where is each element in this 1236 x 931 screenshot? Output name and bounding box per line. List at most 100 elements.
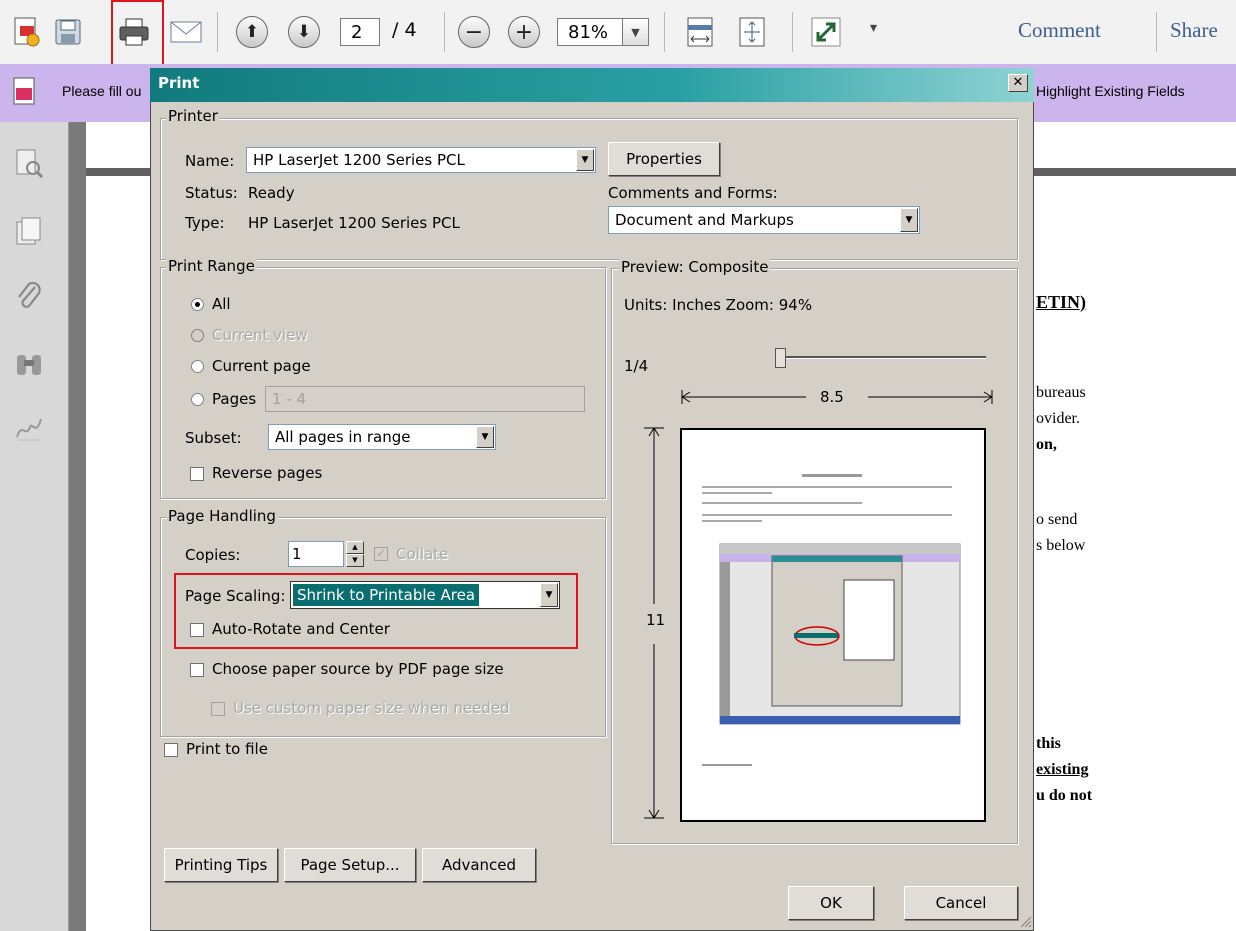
paper-source-label: Choose paper source by PDF page size	[212, 660, 504, 678]
range-current-page-label: Current page	[212, 357, 311, 375]
save-icon[interactable]	[50, 14, 86, 50]
subset-select[interactable]: All pages in range ▼	[268, 424, 496, 450]
doc-text-line: u do not	[1036, 787, 1093, 804]
page-setup-button[interactable]: Page Setup...	[284, 848, 416, 882]
resize-grip-icon[interactable]	[1018, 914, 1032, 928]
printer-name-label: Name:	[185, 152, 235, 170]
stepper-down-icon[interactable]: ▼	[346, 554, 364, 567]
subset-value: All pages in range	[275, 428, 411, 446]
email-icon[interactable]	[168, 14, 204, 50]
fit-page-icon[interactable]	[734, 14, 770, 50]
comments-forms-label: Comments and Forms:	[608, 184, 778, 202]
print-range-legend: Print Range	[166, 257, 257, 275]
previous-page-icon[interactable]: ⬆	[234, 14, 270, 50]
create-pdf-icon[interactable]	[8, 14, 44, 50]
range-current-view-label: Current view	[212, 326, 308, 344]
preview-units-zoom: Units: Inches Zoom: 94%	[624, 296, 813, 314]
page-total: / 4	[392, 19, 417, 41]
comments-forms-select[interactable]: Document and Markups ▼	[608, 206, 920, 234]
doc-text-line: existing	[1036, 761, 1089, 778]
printer-name-value: HP LaserJet 1200 Series PCL	[253, 151, 465, 169]
printer-legend: Printer	[166, 107, 220, 125]
copies-input[interactable]: 1	[288, 541, 344, 567]
page-scaling-highlight	[174, 573, 578, 649]
reverse-pages-label: Reverse pages	[212, 464, 323, 482]
comments-forms-value: Document and Markups	[615, 211, 794, 229]
paper-source-checkbox[interactable]	[190, 663, 204, 677]
page-number-input[interactable]: 2	[340, 18, 380, 46]
stepper-up-icon[interactable]: ▲	[346, 541, 364, 554]
advanced-button[interactable]: Advanced	[422, 848, 536, 882]
doc-text-line: bureaus	[1036, 384, 1086, 401]
toolbar-overflow-icon[interactable]: ▾	[870, 20, 877, 36]
full-screen-icon[interactable]	[808, 14, 844, 50]
chevron-down-icon[interactable]: ▼	[476, 426, 494, 448]
signatures-icon[interactable]	[12, 412, 46, 446]
range-pages-radio[interactable]	[191, 393, 204, 406]
status-value: Ready	[248, 184, 295, 202]
dialog-title: Print	[158, 74, 200, 92]
close-icon[interactable]: ✕	[1008, 74, 1028, 92]
comment-link[interactable]: Comment	[1018, 18, 1101, 43]
collate-label: Collate	[396, 545, 449, 563]
chevron-down-icon[interactable]: ▼	[900, 208, 918, 232]
preview-height-label: 11	[646, 611, 666, 629]
cancel-button[interactable]: Cancel	[904, 886, 1018, 920]
copies-label: Copies:	[185, 546, 241, 564]
print-icon-highlight	[111, 0, 164, 68]
print-to-file-checkbox[interactable]	[164, 743, 178, 757]
preview-page-counter: 1/4	[624, 357, 649, 375]
page-thumbnails-icon[interactable]	[12, 146, 46, 180]
page-handling-legend: Page Handling	[166, 507, 278, 525]
reverse-pages-checkbox[interactable]	[190, 467, 204, 481]
type-value: HP LaserJet 1200 Series PCL	[248, 214, 460, 232]
doc-text-line: ovider.	[1036, 410, 1080, 427]
zoom-dropdown-icon[interactable]: ▼	[623, 18, 649, 46]
type-label: Type:	[185, 214, 225, 232]
zoom-level-input[interactable]: 81%	[557, 18, 623, 46]
copies-stepper[interactable]: ▲ ▼	[346, 541, 364, 567]
range-pages-label: Pages	[212, 390, 257, 408]
doc-heading-fragment: ETIN)	[1036, 292, 1087, 312]
preview-page	[680, 428, 986, 822]
ok-button[interactable]: OK	[788, 886, 874, 920]
navigation-panel	[0, 122, 69, 931]
status-label: Status:	[185, 184, 238, 202]
printer-name-select[interactable]: HP LaserJet 1200 Series PCL ▼	[246, 147, 596, 173]
zoom-out-icon[interactable]: −	[456, 14, 492, 50]
doc-text-line: on,	[1036, 436, 1057, 453]
main-toolbar: ⬆ ⬇ 2 / 4 − + 81% ▼ ▾ Comment Share	[0, 0, 1236, 68]
pages-range-input: 1 - 4	[265, 386, 585, 412]
preview-slider-thumb[interactable]	[775, 348, 786, 368]
preview-page-slider[interactable]	[782, 356, 986, 359]
fit-width-icon[interactable]	[682, 14, 718, 50]
range-current-page-radio[interactable]	[191, 360, 204, 373]
doc-text-line: s below	[1036, 537, 1086, 554]
preview-legend: Preview: Composite	[619, 258, 771, 276]
preview-page-thumbnail	[682, 430, 984, 820]
dialog-titlebar[interactable]: Print ✕	[150, 68, 1034, 102]
attachments-icon[interactable]	[12, 280, 46, 314]
highlight-fields-button[interactable]: Highlight Existing Fields	[1036, 83, 1185, 99]
search-binoculars-icon[interactable]	[12, 348, 46, 382]
preview-width-label: 8.5	[820, 388, 844, 406]
doc-text-line: o send	[1036, 511, 1078, 528]
form-message: Please fill ou	[62, 83, 142, 99]
custom-paper-label: Use custom paper size when needed	[233, 699, 510, 717]
range-current-view-radio	[191, 329, 204, 342]
share-link[interactable]: Share	[1170, 18, 1218, 43]
range-all-radio[interactable]	[191, 298, 204, 311]
zoom-in-icon[interactable]: +	[506, 14, 542, 50]
custom-paper-checkbox	[211, 702, 225, 716]
pages-icon[interactable]	[12, 214, 46, 248]
chevron-down-icon[interactable]: ▼	[576, 149, 594, 171]
subset-label: Subset:	[185, 429, 242, 447]
print-to-file-label: Print to file	[186, 740, 268, 758]
doc-text-line: this	[1036, 735, 1061, 752]
form-icon	[10, 76, 40, 112]
range-all-label: All	[212, 295, 231, 313]
collate-checkbox: ✓	[374, 547, 388, 561]
printing-tips-button[interactable]: Printing Tips	[164, 848, 278, 882]
properties-button[interactable]: Properties	[608, 142, 720, 176]
next-page-icon[interactable]: ⬇	[286, 14, 322, 50]
